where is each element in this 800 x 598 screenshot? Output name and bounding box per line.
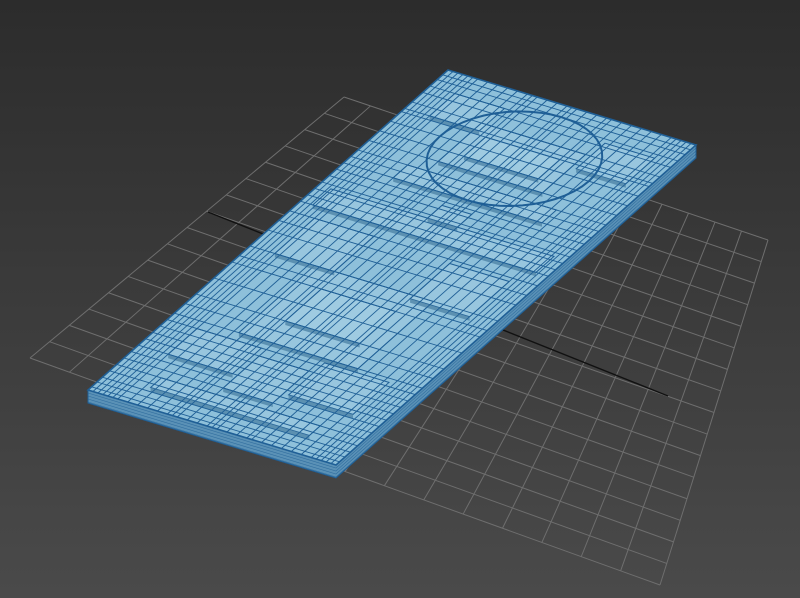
3d-viewport[interactable] (0, 0, 800, 598)
viewport-canvas[interactable] (0, 0, 800, 598)
